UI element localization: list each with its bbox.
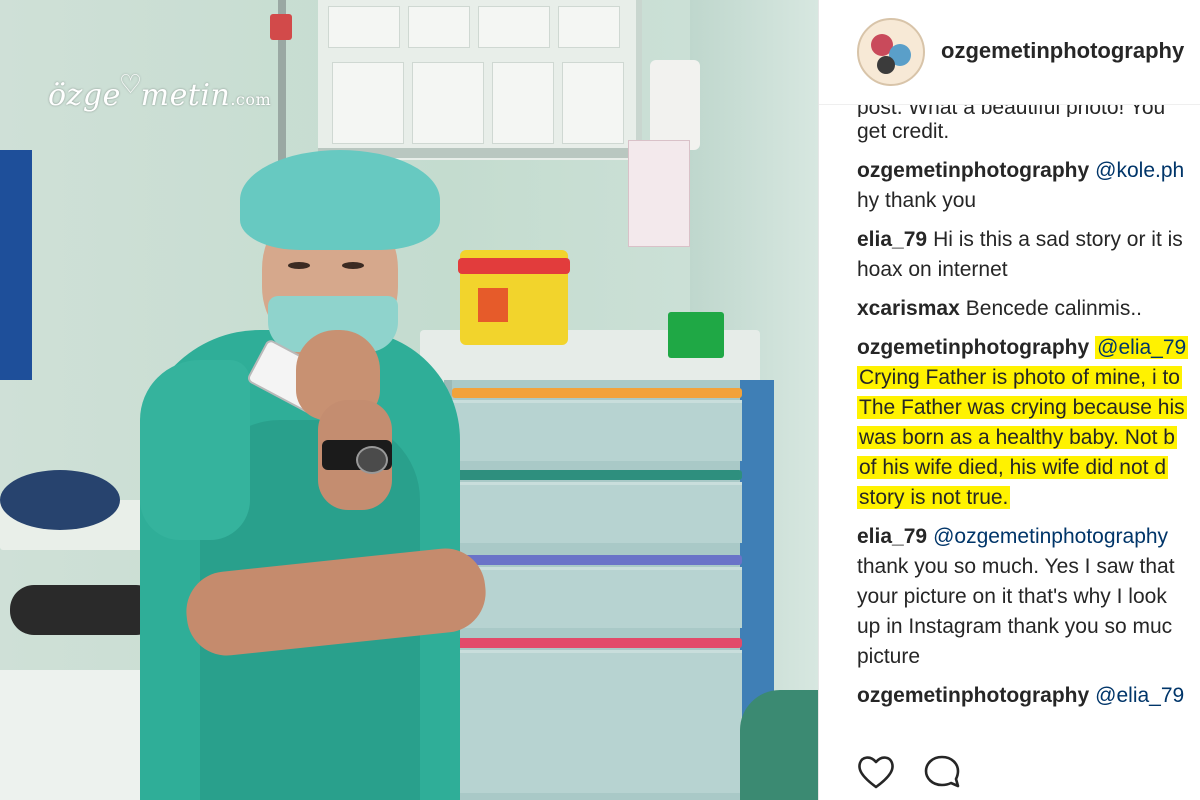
- comment-text: up in Instagram thank you so muc: [857, 615, 1173, 638]
- comment-text: hoax on internet: [857, 258, 1008, 281]
- surgical-cap: [240, 150, 440, 250]
- comment-text: get credit.: [857, 120, 950, 143]
- watermark-domain: .com: [230, 90, 272, 109]
- post-sidebar: ozgemetinphotography post. What a beauti…: [818, 0, 1200, 800]
- comment-item: ozgemetinphotography @elia_79: [857, 681, 1200, 711]
- scrubs-sleeve: [140, 360, 250, 540]
- comment-username[interactable]: ozgemetinphotography: [857, 159, 1089, 182]
- avatar[interactable]: [857, 18, 925, 86]
- comment-icon[interactable]: [923, 754, 961, 790]
- post-author-username[interactable]: ozgemetinphotography: [941, 38, 1184, 64]
- comment-text: Bencede calinmis..: [965, 297, 1143, 320]
- comment-text: picture: [857, 645, 921, 668]
- eye: [288, 262, 310, 269]
- comment-text: hy thank you: [857, 189, 977, 212]
- post-actions: [857, 752, 1197, 792]
- comment-mention[interactable]: @ozgemetinphotography: [933, 525, 1168, 548]
- comment-text: Hi is this a sad story or it is: [933, 228, 1183, 251]
- comment-list: post. What a beautiful photo! You get cr…: [857, 96, 1200, 720]
- eye: [342, 262, 364, 269]
- heart-icon[interactable]: [857, 754, 895, 790]
- highlighted-text: was born as a healthy baby. Not b: [857, 426, 1177, 449]
- comment-item: elia_79 @ozgemetinphotography thank you s…: [857, 522, 1200, 672]
- comment-mention[interactable]: @kole.ph: [1095, 159, 1184, 182]
- comment-item: xcarismax Bencede calinmis..: [857, 294, 1200, 324]
- watermark-name-part2: metin: [140, 78, 231, 113]
- comment-username[interactable]: xcarismax: [857, 297, 960, 320]
- post-photo[interactable]: özge♡metin.com: [0, 0, 818, 800]
- comment-mention[interactable]: @elia_79: [1095, 336, 1189, 359]
- comment-item: elia_79 Hi is this a sad story or it is h…: [857, 225, 1200, 285]
- comment-item: ozgemetinphotography @elia_79 Crying Fath…: [857, 333, 1200, 513]
- post-header: ozgemetinphotography: [819, 0, 1200, 105]
- comment-item: ozgemetinphotography @kole.ph hy thank yo…: [857, 156, 1200, 216]
- highlighted-text: story is not true.: [857, 486, 1011, 509]
- comment-text: your picture on it that's why I look: [857, 585, 1167, 608]
- comment-username[interactable]: elia_79: [857, 228, 927, 251]
- highlighted-text: Crying Father is photo of mine, i to: [857, 366, 1182, 389]
- heart-icon: ♡: [118, 70, 143, 100]
- comment-username[interactable]: ozgemetinphotography: [857, 684, 1089, 707]
- photographer-watermark: özge♡metin.com: [48, 70, 272, 113]
- comment-username[interactable]: ozgemetinphotography: [857, 336, 1089, 359]
- watermark-name-part1: özge: [48, 78, 121, 113]
- comment-text: thank you so much. Yes I saw that: [857, 555, 1175, 578]
- comment-mention[interactable]: @elia_79: [1095, 684, 1184, 707]
- watch-face: [356, 446, 388, 474]
- crying-father: [0, 0, 818, 800]
- highlighted-text: of his wife died, his wife did not d: [857, 456, 1169, 479]
- comment-username[interactable]: elia_79: [857, 525, 927, 548]
- highlighted-text: The Father was crying because his: [857, 396, 1187, 419]
